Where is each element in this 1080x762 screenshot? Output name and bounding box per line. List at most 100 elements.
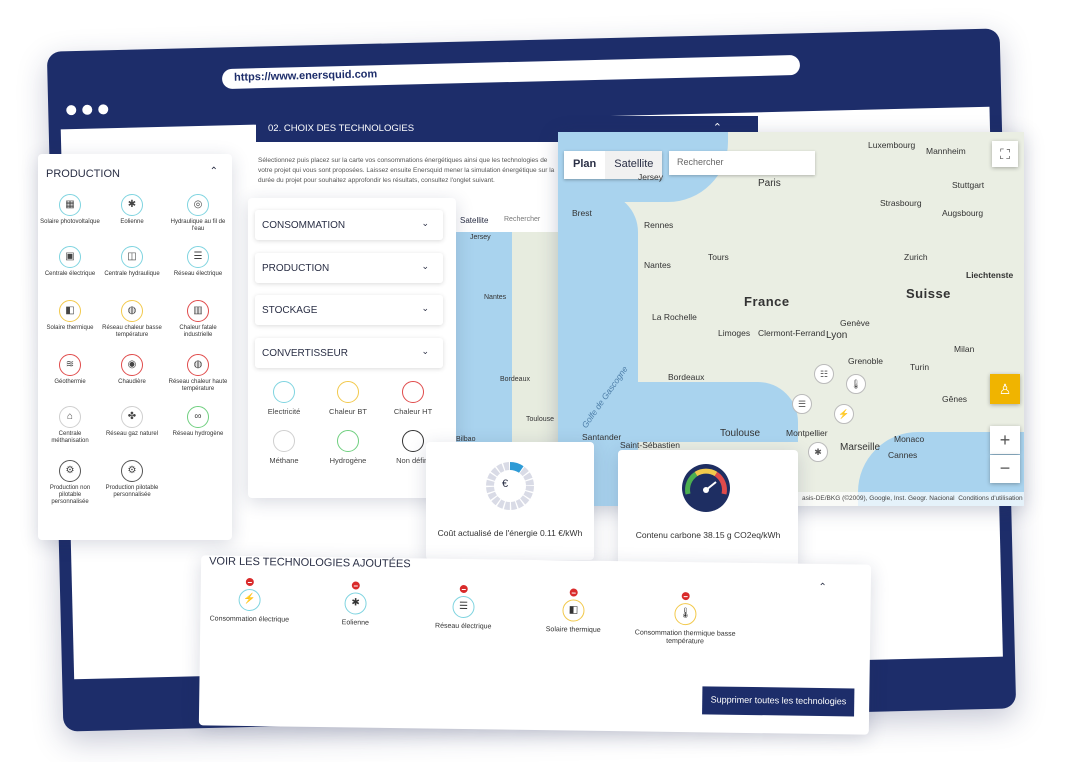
tab-satellite[interactable]: Satellite (460, 216, 488, 225)
map-marker-thermometer-icon[interactable]: 🌡 (846, 374, 866, 394)
production-item[interactable]: ≋ Géothermie (40, 354, 100, 386)
energy-circle-icon (337, 381, 359, 403)
custom-gear-icon: ⚙ (59, 460, 81, 482)
tab-plan[interactable]: Plan (564, 151, 605, 179)
production-item[interactable]: ▥ Chaleur fatale industrielle (168, 300, 228, 339)
terms-link[interactable]: Conditions d'utilisation (958, 495, 1022, 502)
energy-hydrogene[interactable]: Hydrogène (318, 430, 378, 465)
accordion-label: CONSOMMATION (262, 220, 346, 231)
remove-icon[interactable] (245, 577, 254, 587)
remove-icon[interactable] (681, 592, 690, 601)
production-item[interactable]: ▣ Centrale électrique (40, 246, 100, 278)
zoom-out-button[interactable]: − (990, 455, 1020, 483)
production-item[interactable]: ⌂ Centrale méthanisation (40, 406, 100, 445)
euro-icon: € (502, 478, 509, 490)
pegman-icon[interactable]: ♙ (990, 374, 1020, 404)
production-item-label: Réseau gaz naturel (105, 431, 159, 437)
production-item[interactable]: ⚙ Production pilotable personnalisée (102, 460, 162, 499)
city-label: Luxembourg (868, 140, 916, 150)
solar-panel-icon: ▦ (59, 194, 81, 216)
production-item-label: Solaire photovoltaïque (40, 219, 100, 225)
city-label: Strasbourg (880, 198, 922, 208)
energy-circle-icon (273, 381, 295, 403)
carbon-gauge-icon (682, 464, 730, 512)
map-marker-plug-icon[interactable]: ⚡ (834, 404, 854, 424)
production-item[interactable]: ◍ Réseau chaleur basse température (102, 300, 162, 339)
accordion-stockage[interactable]: STOCKAGE ⌄ (255, 295, 443, 325)
city-label: Paris (758, 178, 781, 189)
city-label: Bordeaux (500, 376, 530, 383)
hydrogen-network-icon: ∞ (187, 406, 209, 428)
chevron-up-icon[interactable]: ⌃ (210, 166, 218, 177)
added-technology-item[interactable]: ☰ Réseau électrique (408, 584, 519, 632)
city-label: Toulouse (526, 416, 555, 423)
city-label: Monaco (894, 434, 925, 444)
map-marker-solar-thermal-icon[interactable]: ☷ (814, 364, 834, 384)
energy-label: Hydrogène (329, 456, 367, 465)
kpi-cost-card: € Coût actualisé de l'énergie 0.11 €/kWh (426, 442, 594, 560)
production-item[interactable]: ◍ Réseau chaleur haute température (168, 354, 228, 393)
added-technology-item[interactable]: ⚡ Consommation électrique (194, 577, 305, 625)
production-item[interactable]: ∞ Réseau hydrogène (168, 406, 228, 438)
production-item[interactable]: ▦ Solaire photovoltaïque (40, 194, 100, 226)
kpi-carbon-card: Contenu carbone 38.15 g CO2eq/kWh (618, 450, 798, 568)
energy-methane[interactable]: Méthane (254, 430, 314, 465)
accordion-convertisseur[interactable]: CONVERTISSEUR ⌄ (255, 338, 443, 368)
chevron-down-icon: ⌄ (421, 218, 429, 228)
added-technology-label: Solaire thermique (545, 626, 601, 634)
energy-electricite[interactable]: Electricité (254, 381, 314, 416)
zoom-in-button[interactable]: + (990, 426, 1020, 454)
energy-chaleur-ht[interactable]: Chaleur HT (383, 381, 443, 416)
solar-thermal-icon: ◧ (59, 300, 81, 322)
added-technology-label: Eolienne (341, 619, 369, 627)
chevron-up-icon[interactable]: ⌃ (818, 582, 827, 593)
energy-chaleur-bt[interactable]: Chaleur BT (318, 381, 378, 416)
city-label: Rennes (644, 220, 674, 230)
city-label: Nantes (484, 294, 507, 301)
production-item[interactable]: ◎ Hydraulique au fil de l'eau (168, 194, 228, 233)
city-label: Stuttgart (952, 180, 985, 190)
city-label: Jersey (470, 234, 491, 241)
city-label: Lyon (826, 330, 848, 341)
fullscreen-icon[interactable]: ⛶ (992, 141, 1018, 167)
energy-label: Chaleur BT (329, 407, 367, 416)
production-item[interactable]: ⚙ Production non pilotable personnalisée (40, 460, 100, 506)
accordion-consommation[interactable]: CONSOMMATION ⌄ (255, 210, 443, 240)
added-technology-item[interactable]: 🌡 Consommation thermique basse températur… (630, 591, 741, 647)
heat-network-icon: ◍ (121, 300, 143, 322)
accordion-production[interactable]: PRODUCTION ⌄ (255, 253, 443, 283)
production-item-label: Solaire thermique (46, 325, 94, 331)
city-label: Marseille (840, 442, 881, 453)
remove-icon[interactable] (351, 581, 360, 590)
water-icon: ◎ (187, 194, 209, 216)
production-item[interactable]: ✱ Eolienne (102, 194, 162, 226)
city-label: Saint-Sébastien (620, 440, 681, 450)
map-marker-pylon-icon[interactable]: ☰ (792, 394, 812, 414)
city-label: Turin (910, 362, 930, 372)
remove-icon[interactable] (459, 584, 468, 594)
city-label: Cannes (888, 450, 918, 460)
gas-network-icon: ✤ (121, 406, 143, 428)
added-technology-label: Réseau électrique (434, 622, 492, 631)
production-item[interactable]: ◫ Centrale hydraulique (102, 246, 162, 278)
production-item[interactable]: ✤ Réseau gaz naturel (102, 406, 162, 438)
added-technology-item[interactable]: ✱ Eolienne (300, 581, 411, 629)
map-marker-wind-turbine-icon[interactable]: ✱ (808, 442, 828, 462)
production-item-label: Production non pilotable personnalisée (49, 485, 91, 505)
power-plant-icon: ▣ (59, 246, 81, 268)
map-search-input[interactable]: Rechercher (669, 151, 815, 175)
added-technology-item[interactable]: ◧ Solaire thermique (518, 588, 629, 636)
production-item-label: Réseau chaleur basse température (102, 325, 162, 338)
map-preview-search[interactable]: Rechercher (504, 216, 540, 223)
production-item[interactable]: ◧ Solaire thermique (40, 300, 100, 332)
city-label: Genève (840, 318, 870, 328)
city-label: Limoges (718, 328, 751, 338)
production-item-label: Centrale hydraulique (104, 271, 160, 277)
production-item[interactable]: ◉ Chaudière (102, 354, 162, 386)
section-intro: Sélectionnez puis placez sur la carte vo… (258, 157, 555, 184)
remove-icon[interactable] (569, 588, 578, 597)
delete-all-button[interactable]: Supprimer toutes les technologies (702, 686, 855, 717)
technology-accordion: CONSOMMATION ⌄ PRODUCTION ⌄ STOCKAGE ⌄ CONV… (248, 198, 456, 498)
production-item[interactable]: ☰ Réseau électrique (168, 246, 228, 278)
methanisation-icon: ⌂ (59, 406, 81, 428)
